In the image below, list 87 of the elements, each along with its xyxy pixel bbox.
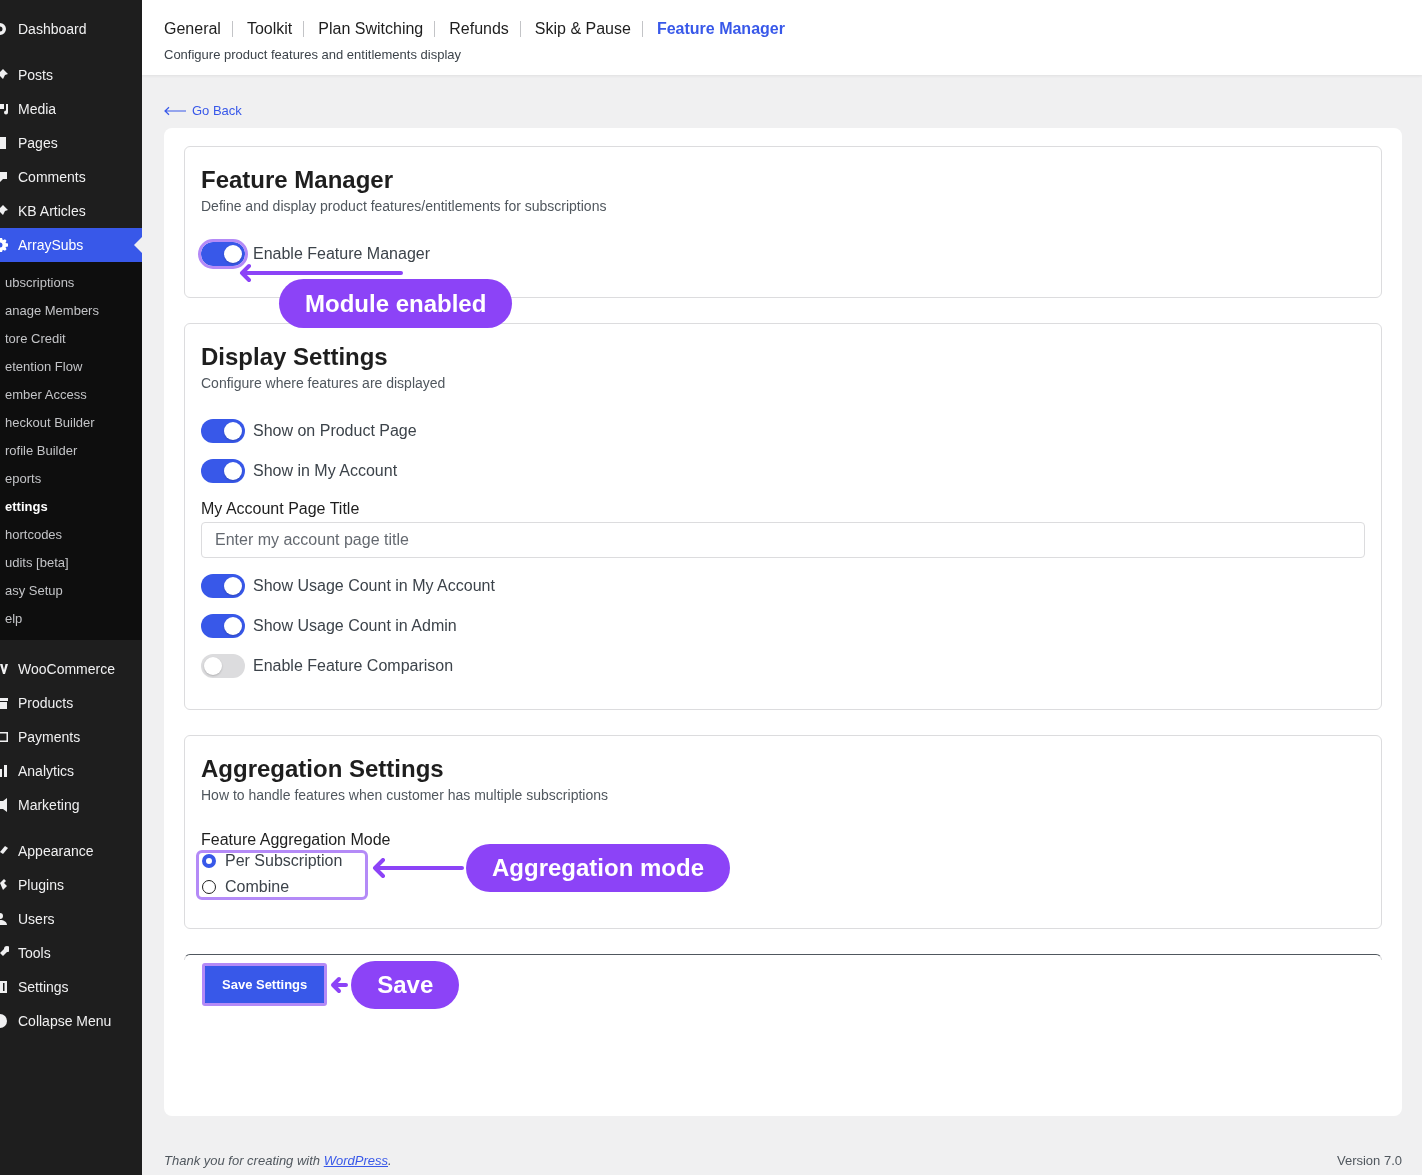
section-title: Feature Manager: [201, 165, 395, 195]
toggle-label: Show Usage Count in Admin: [253, 616, 457, 636]
archive-box-icon: [0, 695, 9, 711]
sliders-icon: [0, 979, 9, 995]
callout-label: Save: [351, 961, 460, 1009]
submenu-item[interactable]: ubscriptions: [0, 269, 142, 297]
submenu-item[interactable]: ettings: [0, 493, 142, 521]
section-description: How to handle features when customer has multiple subscriptions: [201, 786, 609, 805]
page-icon: [0, 135, 9, 151]
footer-credit: Thank you for creating with WordPress.: [164, 1152, 392, 1170]
megaphone-icon: [0, 797, 9, 813]
sidebar-item[interactable]: KB Articles: [0, 194, 142, 228]
toggle-label: Enable Feature Manager: [253, 244, 430, 264]
submenu-item[interactable]: ember Access: [0, 381, 142, 409]
v-mark-icon: [0, 661, 9, 677]
triangle-pointer-icon: [134, 237, 142, 253]
sidebar-item[interactable]: Analytics: [0, 754, 142, 788]
section-description: Configure where features are displayed: [201, 374, 447, 393]
submenu-item[interactable]: eports: [0, 465, 142, 493]
callout-label: Module enabled: [279, 279, 513, 328]
tab[interactable]: Refunds: [449, 17, 509, 41]
bar-chart-icon: [0, 763, 9, 779]
radio-label: Combine: [225, 877, 290, 897]
sidebar-item[interactable]: Posts: [0, 58, 142, 92]
sidebar-item[interactable]: ArraySubs: [0, 228, 142, 262]
tab[interactable]: Plan Switching: [318, 17, 424, 41]
tab[interactable]: Feature Manager: [656, 17, 785, 41]
plug-icon: [0, 877, 9, 893]
sidebar-item[interactable]: Appearance: [0, 834, 142, 868]
submenu-item[interactable]: asy Setup: [0, 577, 142, 605]
sidebar-item[interactable]: Media: [0, 92, 142, 126]
submenu-item[interactable]: etention Flow: [0, 353, 142, 381]
sidebar-item[interactable]: WooCommerce: [0, 652, 142, 686]
sidebar-item[interactable]: Comments: [0, 160, 142, 194]
callout-arrow: [329, 975, 350, 995]
toggle-label: Enable Feature Comparison: [253, 656, 454, 676]
submenu-item[interactable]: anage Members: [0, 297, 142, 325]
user-icon: [0, 911, 9, 927]
submenu-item[interactable]: rofile Builder: [0, 437, 142, 465]
callout-label: Aggregation mode: [466, 844, 730, 892]
toggle-switch[interactable]: [201, 614, 245, 638]
radio-button[interactable]: [202, 880, 216, 894]
submenu-item[interactable]: elp: [0, 605, 142, 633]
sidebar-item[interactable]: Payments: [0, 720, 142, 754]
back-arrow-icon: [164, 106, 186, 116]
toggle-switch[interactable]: [201, 419, 245, 443]
go-back-link[interactable]: Go Back: [164, 102, 242, 120]
gauge-icon: [0, 21, 9, 37]
banknote-icon: [0, 729, 9, 745]
page-subtitle: Configure product features and entitlements display: [164, 46, 462, 64]
footer-link[interactable]: WordPress: [323, 1153, 388, 1168]
music-note-icon: [0, 101, 9, 117]
sidebar-item[interactable]: Users: [0, 902, 142, 936]
toggle-label: Show on Product Page: [253, 421, 417, 441]
radio-label: Per Subscription: [225, 851, 343, 871]
sidebar-item[interactable]: Collapse Menu: [0, 1004, 142, 1038]
toggle-switch[interactable]: [201, 459, 245, 483]
sidebar-item[interactable]: Settings: [0, 970, 142, 1004]
field-label: My Account Page Title: [201, 499, 361, 519]
radio-button[interactable]: [202, 854, 216, 868]
section-description: Define and display product features/entitlements for subscriptions: [201, 197, 608, 216]
section-title: Display Settings: [201, 342, 389, 372]
sidebar-item[interactable]: Plugins: [0, 868, 142, 902]
sidebar-item[interactable]: Pages: [0, 126, 142, 160]
sidebar-item[interactable]: Dashboard: [0, 12, 142, 46]
gear-icon: [0, 237, 9, 253]
submenu-item[interactable]: heckout Builder: [0, 409, 142, 437]
toggle-switch[interactable]: [201, 574, 245, 598]
highlight-ring: [198, 239, 248, 269]
tab[interactable]: Toolkit: [246, 17, 293, 41]
sidebar-item[interactable]: Products: [0, 686, 142, 720]
version-text: Version 7.0: [1336, 1152, 1402, 1170]
tab[interactable]: General: [164, 17, 221, 41]
toggle-switch[interactable]: [201, 654, 245, 678]
tab[interactable]: Skip & Pause: [534, 17, 631, 41]
submenu-item[interactable]: hortcodes: [0, 521, 142, 549]
toggle-switch[interactable]: [201, 242, 245, 266]
section-title: Aggregation Settings: [201, 754, 445, 784]
field-label: Feature Aggregation Mode: [201, 831, 391, 849]
sidebar-item[interactable]: Tools: [0, 936, 142, 970]
speech-bubble-icon: [0, 169, 9, 185]
text-input[interactable]: Enter my account page title: [201, 522, 1365, 558]
toggle-label: Show Usage Count in My Account: [253, 576, 495, 596]
sidebar-item[interactable]: Marketing: [0, 788, 142, 822]
submenu-item[interactable]: udits [beta]: [0, 549, 142, 577]
toggle-label: Show in My Account: [253, 461, 398, 481]
submenu-item[interactable]: tore Credit: [0, 325, 142, 353]
